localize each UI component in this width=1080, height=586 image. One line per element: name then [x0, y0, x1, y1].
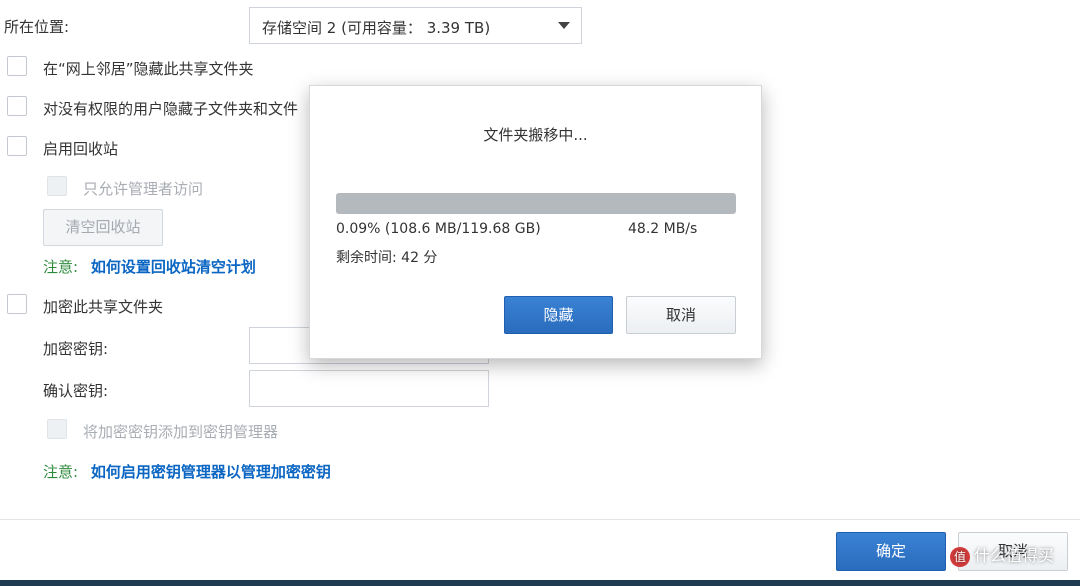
recycle-schedule-link[interactable]: 如何设置回收站清空计划 [91, 258, 256, 276]
remaining-time: 剩余时间: 42 分 [336, 250, 438, 266]
clear-recycle-button[interactable]: 清空回收站 [43, 209, 163, 246]
dialog-title: 文件夹搬移中... [483, 126, 588, 144]
key-note: 注意: 如何启用密钥管理器以管理加密密钥 [43, 461, 331, 482]
add-key-manager-label: 将加密密钥添加到密钥管理器 [83, 423, 279, 441]
encrypt-key-label: 加密密钥: [43, 340, 109, 358]
encrypt-label: 加密此共享文件夹 [43, 298, 164, 316]
ok-button[interactable]: 确定 [836, 532, 946, 571]
encrypt-checkbox[interactable] [7, 294, 27, 314]
progress-bar [336, 193, 736, 214]
location-label: 所在位置: [4, 18, 70, 36]
recycle-note: 注意: 如何设置回收站清空计划 [43, 256, 256, 277]
enable-recycle-checkbox[interactable] [7, 136, 27, 156]
key-note-prefix: 注意: [43, 463, 79, 481]
key-manager-link[interactable]: 如何启用密钥管理器以管理加密密钥 [91, 463, 331, 481]
enable-recycle-label: 启用回收站 [43, 140, 119, 158]
watermark: 值什么值得买 [950, 542, 1054, 567]
hide-button[interactable]: 隐藏 [504, 296, 613, 334]
move-progress-dialog: 文件夹搬移中... 0.09% (108.6 MB/119.68 GB) 48.… [309, 85, 762, 359]
dialog-cancel-button[interactable]: 取消 [626, 296, 736, 334]
hide-subfolders-checkbox[interactable] [7, 96, 27, 116]
progress-text: 0.09% (108.6 MB/119.68 GB) [336, 221, 541, 237]
hide-network-label: 在“网上邻居”隐藏此共享文件夹 [43, 60, 254, 78]
add-key-manager-checkbox[interactable] [47, 419, 67, 439]
admin-only-label: 只允许管理者访问 [83, 180, 204, 198]
watermark-text: 什么值得买 [974, 546, 1055, 565]
chevron-down-icon[interactable] [558, 22, 570, 29]
transfer-speed: 48.2 MB/s [628, 221, 698, 237]
location-select[interactable]: 存储空间 2 (可用容量： 3.39 TB) [249, 7, 582, 44]
hide-network-checkbox[interactable] [7, 56, 27, 76]
admin-only-checkbox[interactable] [47, 176, 67, 196]
footer-divider [0, 519, 1080, 520]
location-select-value: 存储空间 2 (可用容量： 3.39 TB) [262, 19, 491, 37]
confirm-key-label: 确认密钥: [43, 382, 109, 400]
confirm-key-input[interactable] [249, 370, 489, 407]
recycle-note-prefix: 注意: [43, 258, 79, 276]
taskbar [0, 580, 1080, 586]
watermark-badge: 值 [950, 546, 970, 567]
hide-subfolders-label: 对没有权限的用户隐藏子文件夹和文件 [43, 100, 299, 118]
